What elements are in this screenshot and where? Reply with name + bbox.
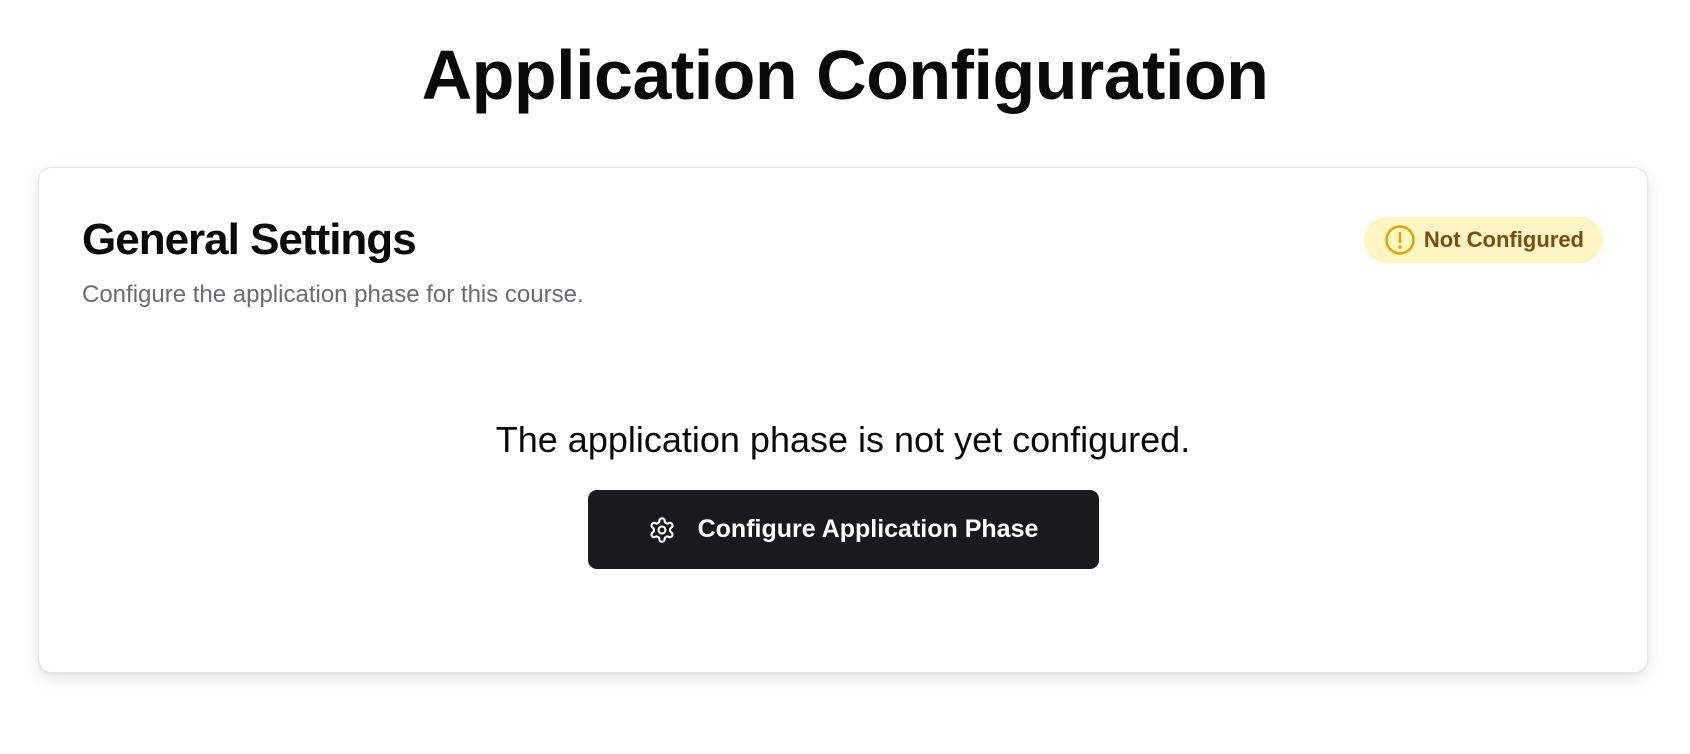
status-badge: Not Configured [1363, 217, 1603, 263]
general-settings-card: General Settings Configure the applicati… [38, 167, 1648, 673]
page: Application Configuration General Settin… [0, 0, 1690, 754]
card-subtitle: Configure the application phase for this… [82, 281, 584, 308]
empty-state-message: The application phase is not yet configu… [495, 419, 1191, 460]
alert-circle-icon [1384, 224, 1416, 256]
gear-icon [648, 516, 676, 544]
status-badge-label: Not Configured [1423, 227, 1584, 252]
empty-state: The application phase is not yet configu… [39, 418, 1647, 569]
configure-button-label: Configure Application Phase [697, 515, 1039, 543]
page-title: Application Configuration [421, 36, 1269, 114]
configure-application-phase-button[interactable]: Configure Application Phase [587, 490, 1099, 569]
